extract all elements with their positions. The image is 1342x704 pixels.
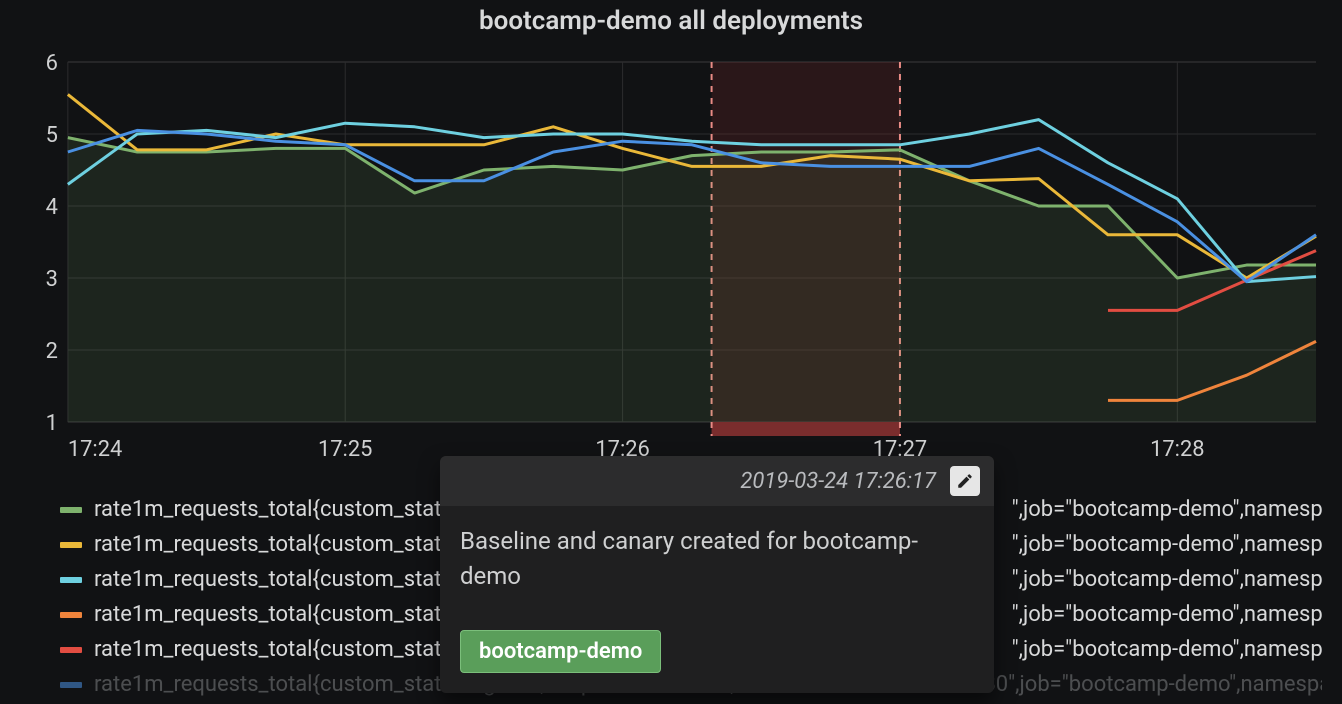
legend-label-left: rate1m_requests_total{custom_statu [94,492,454,527]
legend-swatch [60,682,82,688]
annotation-tooltip: 2019-03-24 17:26:17 Baseline and canary … [440,456,994,693]
chart-panel: bootcamp-demo all deployments 1 2 3 4 5 6 17:2… [0,0,1342,704]
legend-label-left: rate1m_requests_total{custom_statu [94,562,454,597]
panel-title: bootcamp-demo all deployments [20,0,1322,48]
legend-label-left: rate1m_requests_total{custom_statu [94,527,454,562]
tooltip-timestamp: 2019-03-24 17:26:17 [740,469,936,494]
legend-label-right: ",job="bootcamp-demo",namespa [1012,632,1322,667]
legend-swatch [60,542,82,548]
legend-swatch [60,612,82,618]
tooltip-body: Baseline and canary created for bootcamp… [440,506,994,614]
tooltip-header: 2019-03-24 17:26:17 [440,456,994,506]
legend-swatch [60,647,82,653]
svg-text:4: 4 [46,195,58,220]
legend-label-right: ",job="bootcamp-demo",namespa [1012,597,1322,632]
legend-label-right: ",job="bootcamp-demo",namespa [1012,527,1322,562]
legend-label-right: ",job="bootcamp-demo",namespa [1012,492,1322,527]
svg-text:6: 6 [46,51,58,76]
svg-text:3: 3 [46,267,58,292]
chart-svg: 12345617:2417:2517:2617:2717:28 [44,48,1318,478]
legend-label-left: rate1m_requests_total{custom_statu [94,632,454,667]
svg-text:17:25: 17:25 [318,437,372,462]
legend-label-left: rate1m_requests_total{custom_statu [94,597,454,632]
svg-text:2: 2 [46,339,58,364]
chart-area[interactable]: 12345617:2417:2517:2617:2717:28 [44,48,1318,478]
svg-text:17:24: 17:24 [68,437,122,462]
legend-swatch [60,577,82,583]
edit-icon[interactable] [950,466,980,496]
svg-text:17:28: 17:28 [1150,437,1204,462]
svg-text:1: 1 [46,411,58,436]
legend-swatch [60,507,82,513]
tooltip-tag[interactable]: bootcamp-demo [460,630,661,673]
legend-label-right: ",job="bootcamp-demo",namespa [1012,562,1322,597]
svg-text:5: 5 [46,123,58,148]
